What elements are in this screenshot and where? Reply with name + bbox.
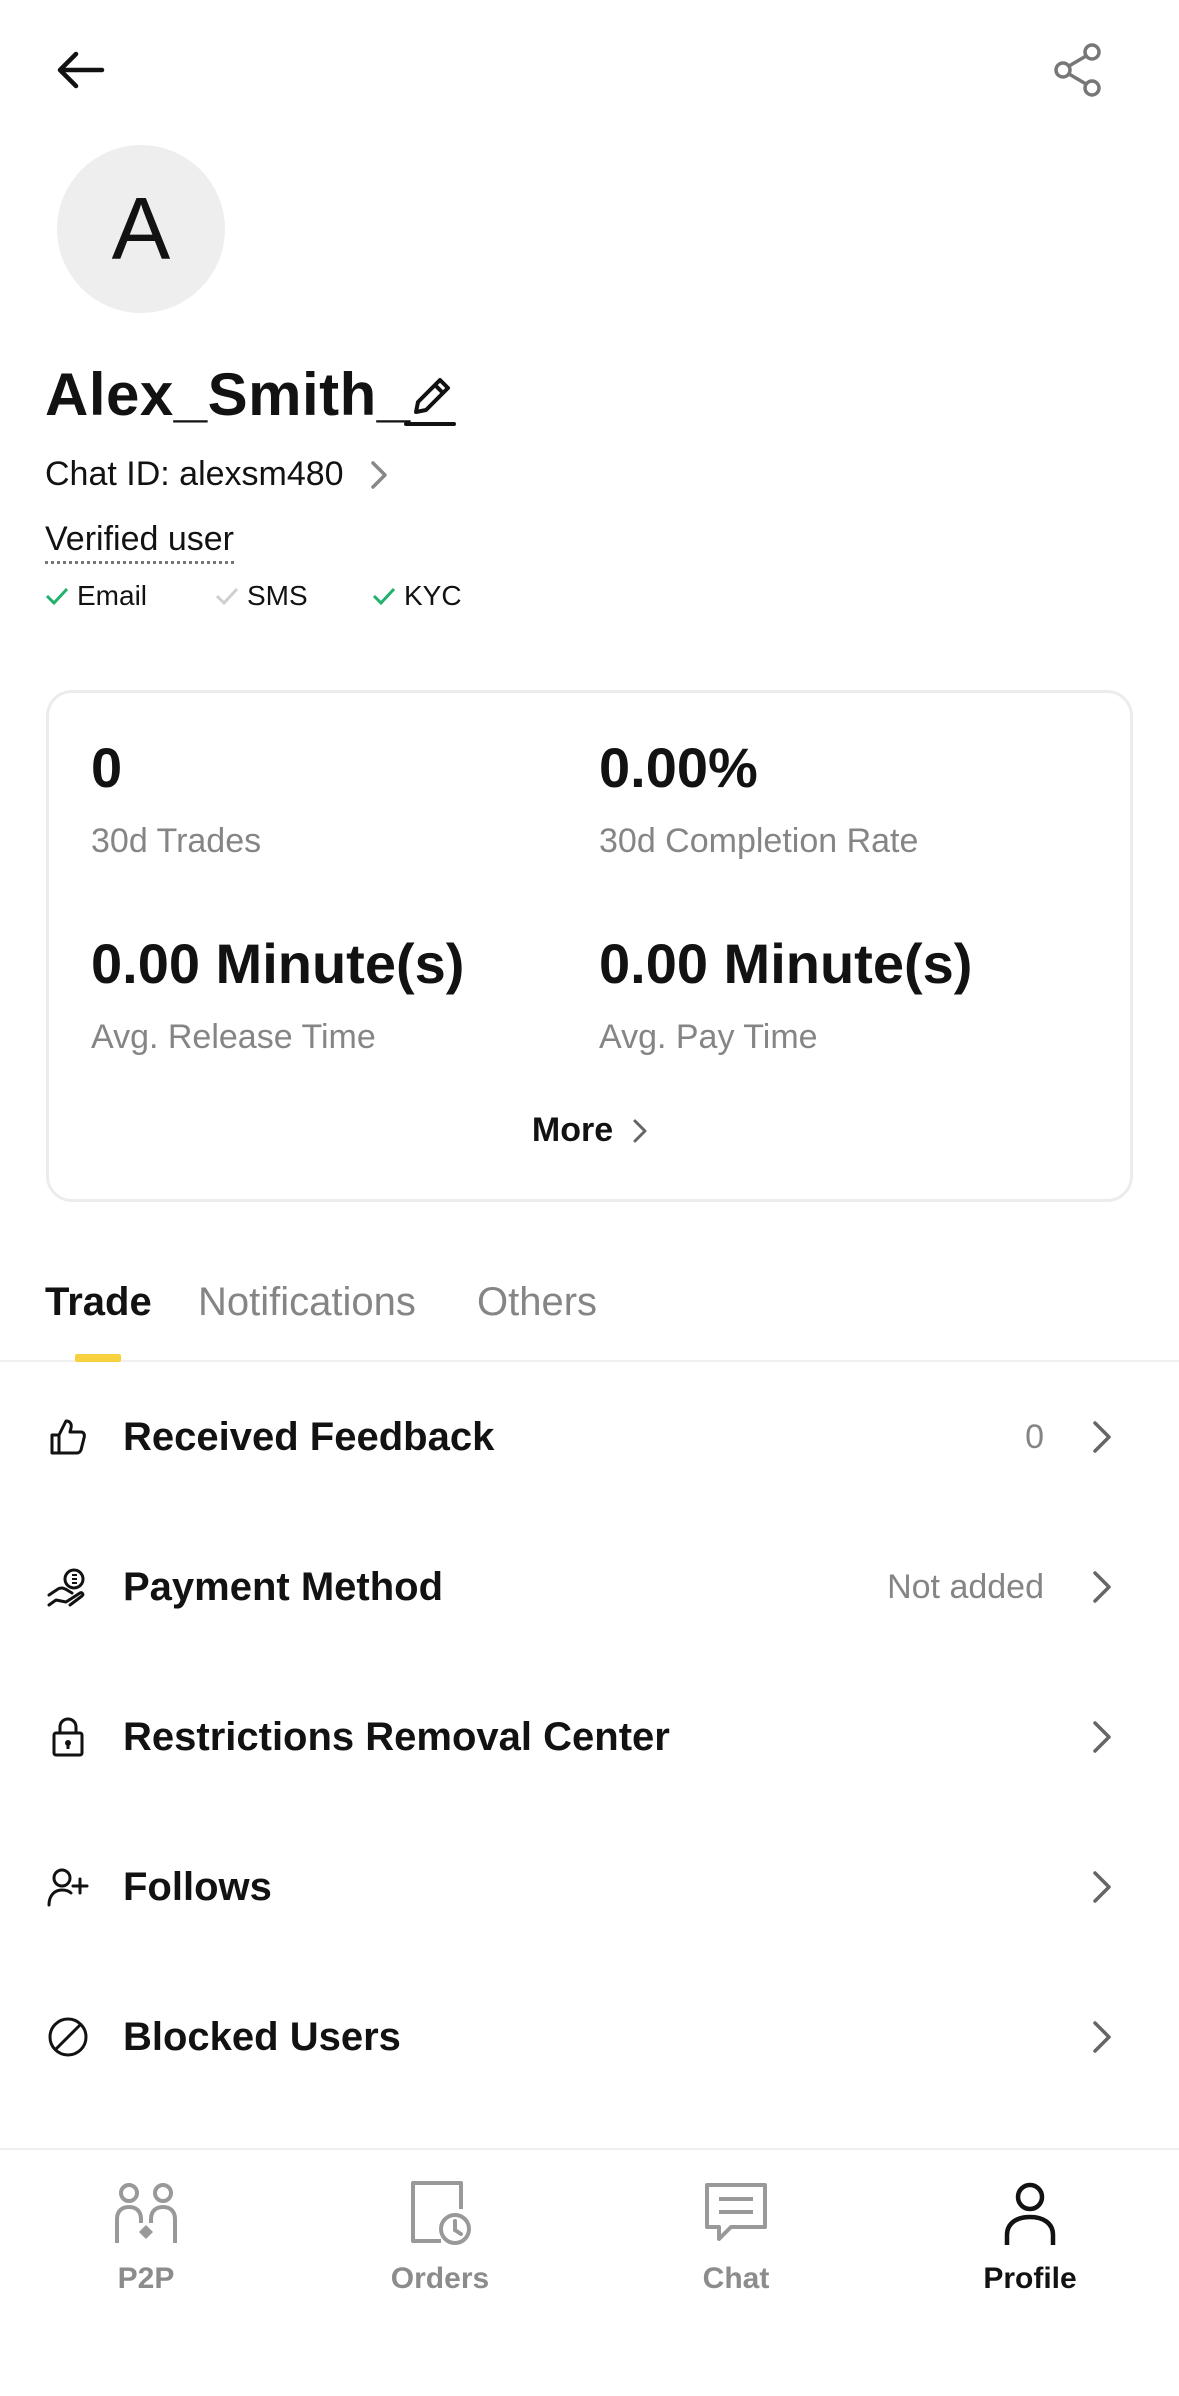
nav-chat[interactable]: Chat bbox=[636, 2174, 836, 2296]
stats-card: 0 30d Trades 0.00% 30d Completion Rate 0… bbox=[46, 690, 1133, 1202]
edit-name-button[interactable] bbox=[402, 370, 458, 430]
verification-sms: SMS bbox=[215, 580, 372, 612]
avatar: A bbox=[57, 145, 225, 313]
stat-avg-release-time: 0.00 Minute(s) Avg. Release Time bbox=[91, 931, 464, 1057]
tab-bar: Trade Notifications Others bbox=[0, 1270, 1179, 1362]
nav-orders[interactable]: Orders bbox=[340, 2174, 540, 2296]
nav-label: Chat bbox=[702, 2262, 770, 2295]
thumbs-up-icon bbox=[44, 1413, 92, 1461]
verification-list: Email SMS KYC bbox=[45, 580, 462, 612]
stat-value: 0.00 Minute(s) bbox=[91, 932, 465, 995]
stat-label: 30d Completion Rate bbox=[599, 822, 919, 860]
chevron-right-icon bbox=[633, 1119, 647, 1142]
tab-others[interactable]: Others bbox=[477, 1280, 597, 1325]
menu-row-label: Payment Method bbox=[123, 1564, 444, 1609]
menu-row-received-feedback[interactable]: Received Feedback 0 bbox=[0, 1362, 1179, 1512]
arrow-left-icon bbox=[57, 51, 105, 89]
back-button[interactable] bbox=[40, 30, 120, 110]
verification-email: Email bbox=[45, 580, 215, 612]
stat-30d-completion-rate: 0.00% 30d Completion Rate bbox=[599, 735, 918, 861]
menu-row-value: 0 bbox=[1025, 1417, 1044, 1456]
chevron-right-icon bbox=[1087, 1717, 1117, 1757]
stat-value: 0 bbox=[91, 736, 123, 799]
chat-icon bbox=[696, 2174, 776, 2254]
check-icon bbox=[45, 587, 69, 606]
orders-icon bbox=[400, 2174, 480, 2254]
user-plus-icon bbox=[44, 1863, 92, 1911]
menu-row-blocked-users[interactable]: Blocked Users bbox=[0, 1962, 1179, 2112]
more-label: More bbox=[531, 1111, 614, 1149]
avatar-letter: A bbox=[111, 179, 171, 278]
nav-label: Orders bbox=[390, 2262, 490, 2295]
stat-value: 0.00 Minute(s) bbox=[599, 932, 973, 995]
menu-row-label: Restrictions Removal Center bbox=[123, 1714, 670, 1759]
nav-p2p[interactable]: P2P bbox=[46, 2174, 246, 2296]
p2p-icon bbox=[106, 2174, 186, 2254]
chevron-right-icon bbox=[1087, 1867, 1117, 1907]
chevron-right-icon bbox=[370, 460, 387, 489]
stat-avg-pay-time: 0.00 Minute(s) Avg. Pay Time bbox=[599, 931, 972, 1057]
nav-label: P2P bbox=[117, 2262, 175, 2295]
menu-row-follows[interactable]: Follows bbox=[0, 1812, 1179, 1962]
stat-label: Avg. Release Time bbox=[91, 1018, 376, 1056]
check-icon bbox=[372, 587, 396, 606]
stat-value: 0.00% bbox=[599, 736, 758, 799]
username: Alex_Smith_ bbox=[45, 361, 411, 428]
stat-30d-trades: 0 30d Trades bbox=[91, 735, 261, 861]
verified-user-label[interactable]: Verified user bbox=[45, 520, 234, 564]
active-tab-indicator bbox=[75, 1354, 121, 1362]
menu-row-restrictions-removal-center[interactable]: Restrictions Removal Center bbox=[0, 1662, 1179, 1812]
tab-notifications[interactable]: Notifications bbox=[198, 1280, 416, 1325]
menu-row-payment-method[interactable]: Payment Method Not added bbox=[0, 1512, 1179, 1662]
menu-row-label: Received Feedback bbox=[123, 1414, 495, 1459]
tab-trade[interactable]: Trade bbox=[45, 1280, 152, 1325]
stat-label: Avg. Pay Time bbox=[599, 1018, 818, 1056]
pencil-icon bbox=[404, 378, 456, 426]
chevron-right-icon bbox=[1087, 1567, 1117, 1607]
share-button[interactable] bbox=[1035, 30, 1120, 110]
bottom-nav: P2P Orders Chat Profile bbox=[0, 2148, 1179, 2396]
nav-profile[interactable]: Profile bbox=[930, 2174, 1130, 2296]
share-icon bbox=[1053, 43, 1101, 97]
chat-id-text: Chat ID: alexsm480 bbox=[45, 455, 344, 493]
payment-hand-icon bbox=[44, 1563, 92, 1611]
chevron-right-icon bbox=[1087, 2017, 1117, 2057]
menu-row-value: Not added bbox=[887, 1567, 1044, 1606]
verification-kyc: KYC bbox=[372, 580, 462, 612]
menu-row-label: Follows bbox=[123, 1864, 272, 1909]
chevron-right-icon bbox=[1087, 1417, 1117, 1457]
more-button[interactable]: More bbox=[49, 1111, 1130, 1150]
chat-id-link[interactable]: Chat ID: alexsm480 bbox=[45, 455, 388, 494]
menu-row-label: Blocked Users bbox=[123, 2014, 401, 2059]
lock-icon bbox=[44, 1713, 92, 1761]
profile-icon bbox=[990, 2174, 1070, 2254]
blocked-icon bbox=[44, 2013, 92, 2061]
check-icon bbox=[215, 587, 239, 606]
nav-label: Profile bbox=[983, 2262, 1077, 2295]
stat-label: 30d Trades bbox=[91, 822, 262, 860]
